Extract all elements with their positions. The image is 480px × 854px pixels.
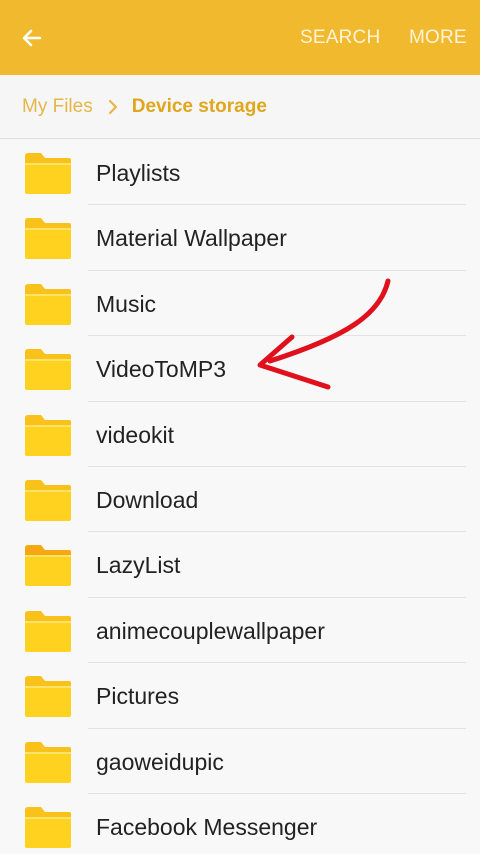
folder-icon xyxy=(25,349,71,391)
folder-icon xyxy=(25,741,71,783)
folder-name: Facebook Messenger xyxy=(96,813,318,840)
chevron-right-icon xyxy=(108,99,118,115)
more-button[interactable]: MORE xyxy=(409,27,467,49)
folder-icon xyxy=(25,218,71,260)
folder-name: Playlists xyxy=(96,160,181,186)
folder-name: Pictures xyxy=(96,683,180,710)
breadcrumb: My Files Device storage xyxy=(0,75,480,139)
folder-row[interactable]: Download xyxy=(0,467,480,533)
folder-icon xyxy=(25,676,71,718)
folder-icon xyxy=(25,545,71,587)
folder-icon xyxy=(25,414,71,456)
folder-row[interactable]: animecouplewallpaper xyxy=(0,598,480,664)
arrow-left-icon xyxy=(22,29,42,47)
folder-icon xyxy=(25,806,71,848)
folder-icon xyxy=(25,479,71,521)
folder-row[interactable]: Material Wallpaper xyxy=(0,205,480,271)
folder-name: VideoToMP3 xyxy=(96,356,226,383)
breadcrumb-my-files[interactable]: My Files xyxy=(22,96,93,118)
folder-name: animecouplewallpaper xyxy=(96,617,325,644)
search-button[interactable]: SEARCH xyxy=(300,27,380,49)
folder-row[interactable]: Pictures xyxy=(0,663,480,729)
folder-row[interactable]: VideoToMP3 xyxy=(0,336,480,402)
folder-name: Download xyxy=(96,486,199,513)
folder-name: gaoweidupic xyxy=(96,748,224,775)
folder-row[interactable]: videokit xyxy=(0,402,480,467)
folder-row[interactable]: LazyList xyxy=(0,532,480,598)
back-button[interactable] xyxy=(16,22,48,54)
folder-row[interactable]: Music xyxy=(0,271,480,337)
folder-row[interactable]: Playlists xyxy=(0,140,480,206)
breadcrumb-device-storage: Device storage xyxy=(131,95,267,117)
folder-name: Material Wallpaper xyxy=(96,225,287,252)
folder-name: Music xyxy=(96,290,157,317)
folder-name: videokit xyxy=(96,421,174,448)
folder-icon xyxy=(25,610,71,652)
folder-row[interactable]: Facebook Messenger xyxy=(0,794,480,854)
folder-row[interactable]: gaoweidupic xyxy=(0,729,480,794)
folder-list: Playlists Material Wallpaper Music Video… xyxy=(0,140,480,854)
app-bar: SEARCH MORE xyxy=(0,0,480,75)
folder-icon xyxy=(25,153,71,194)
folder-name: LazyList xyxy=(96,552,181,579)
folder-icon xyxy=(25,283,71,325)
